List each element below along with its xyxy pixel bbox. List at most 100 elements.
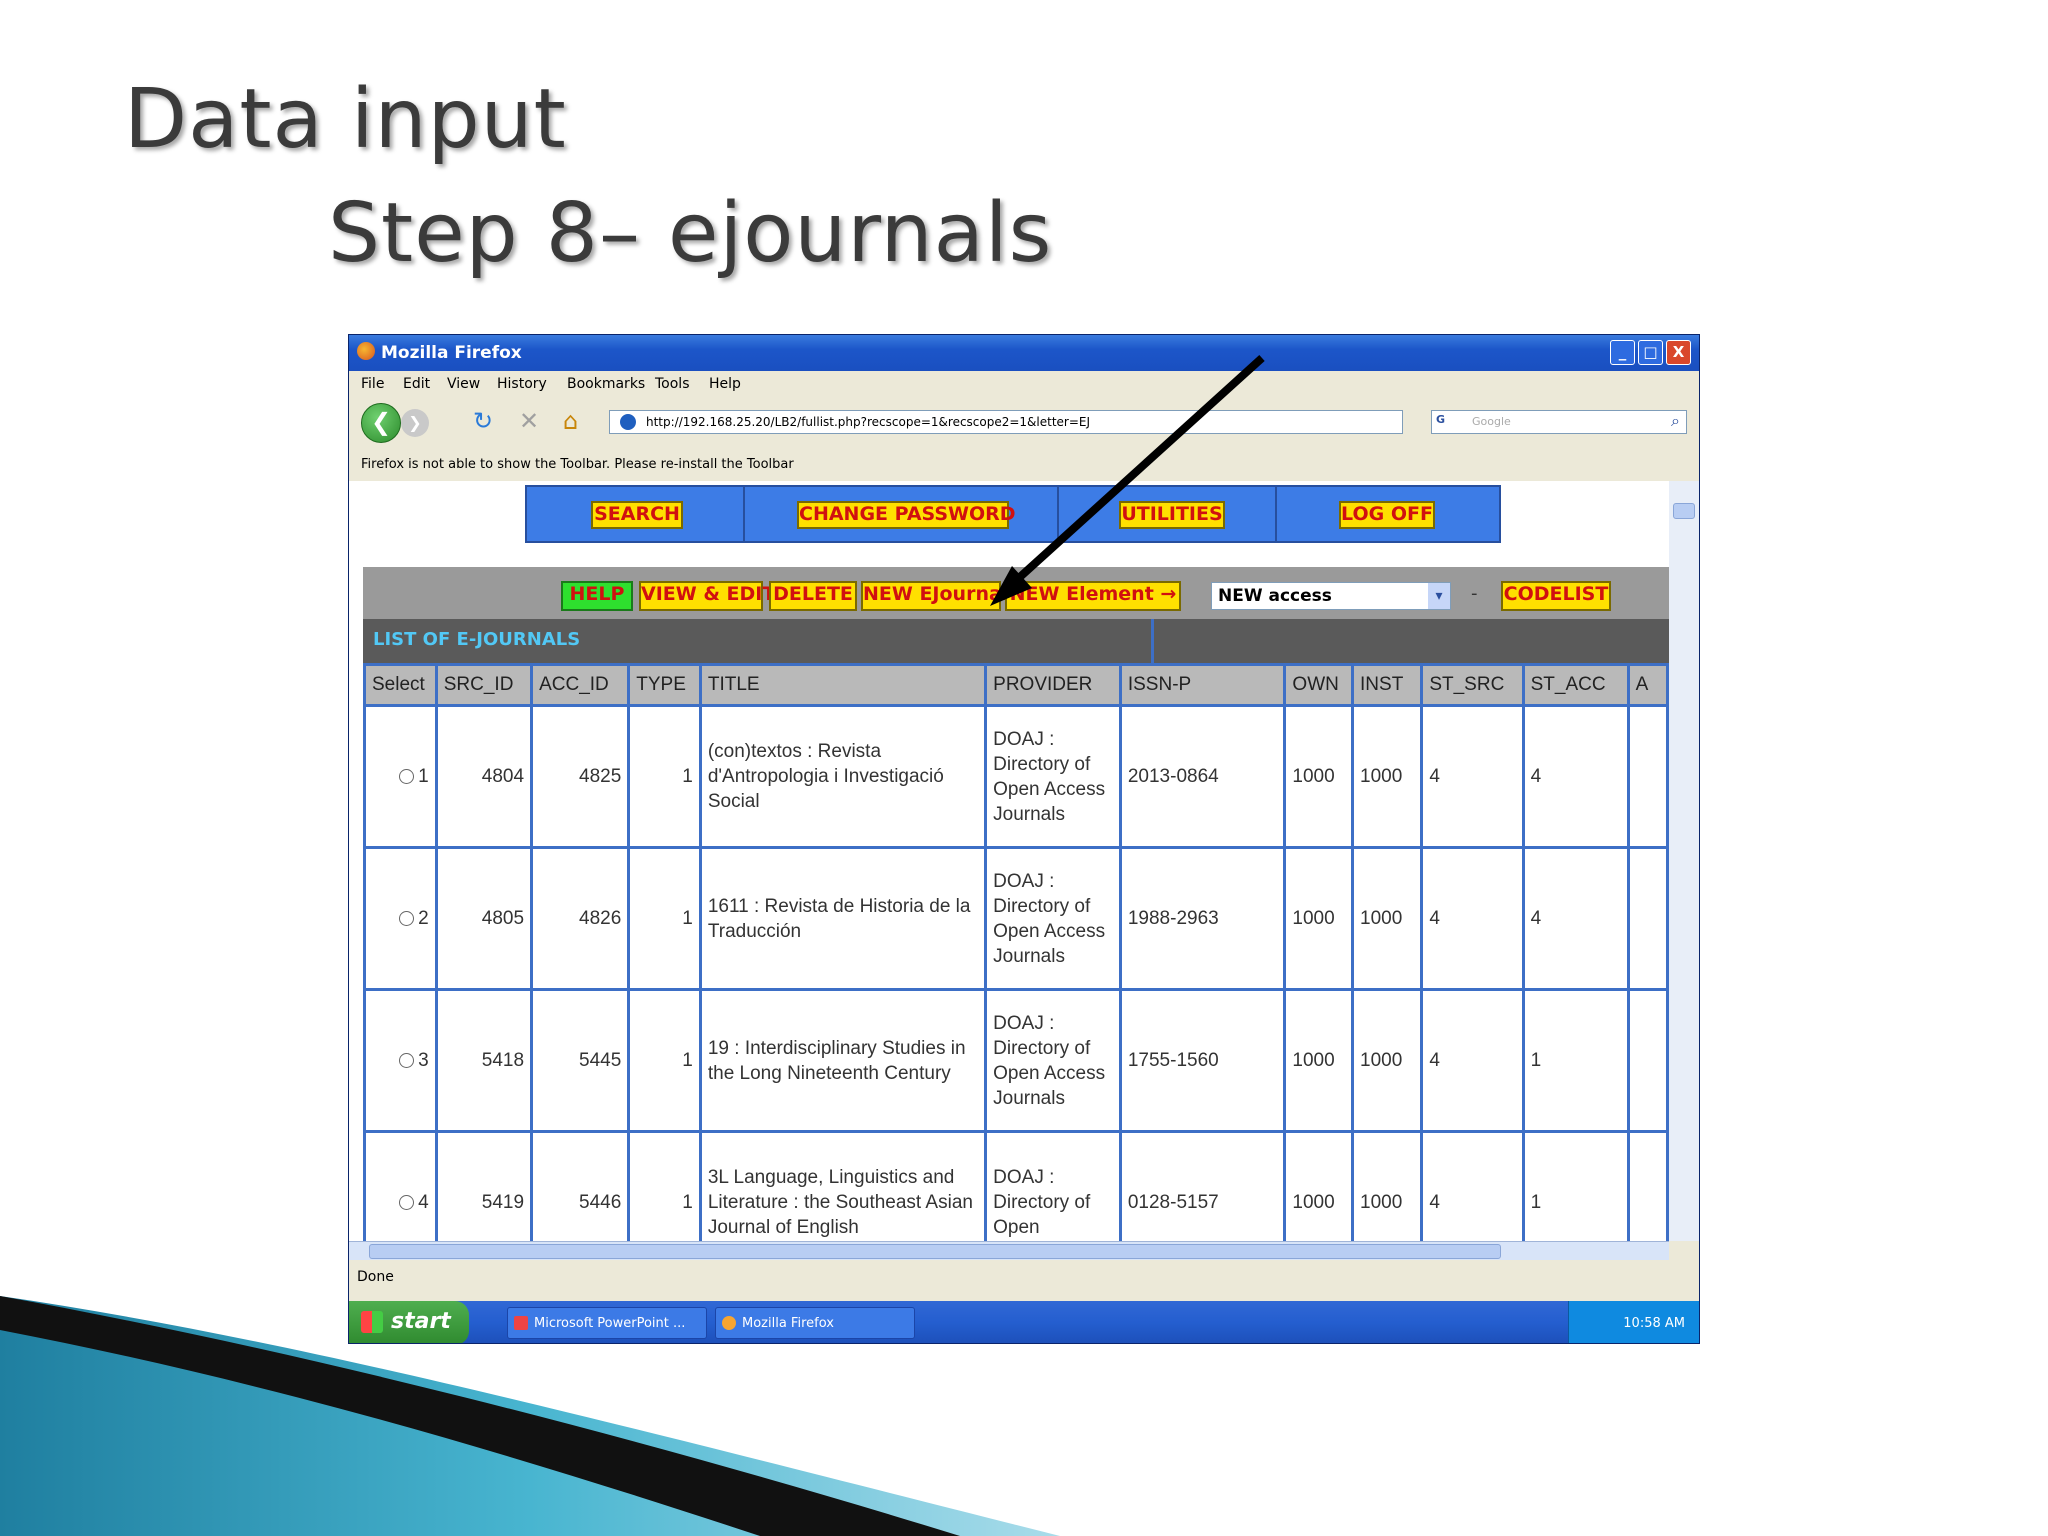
st-src-cell: 4 [1420,704,1525,849]
menu-edit[interactable]: Edit [403,376,430,392]
chevron-down-icon[interactable]: ▾ [1428,583,1450,609]
acc-id-cell: 4825 [530,704,631,849]
google-icon: G [1436,413,1446,426]
menu-bookmarks[interactable]: Bookmarks [567,376,645,392]
close-button[interactable]: X [1666,340,1691,365]
system-tray: 10:58 AM [1568,1301,1699,1343]
window-title: Mozilla Firefox [381,343,522,363]
codelist-button[interactable]: CODELIST [1501,581,1611,611]
vertical-scrollbar[interactable] [1669,481,1699,1241]
issn-cell: 1988-2963 [1118,846,1287,991]
issn-cell: 1755-1560 [1118,988,1287,1133]
select-cell[interactable]: 2 [363,846,438,991]
nav-separator [1275,487,1277,541]
radio-button[interactable] [399,1195,415,1211]
search-placeholder: Google [1472,415,1511,428]
menu-tools[interactable]: Tools [655,376,690,392]
a-cell [1626,988,1669,1133]
list-header: LIST OF E-JOURNALS [363,619,1669,663]
windows-taskbar: start Microsoft PowerPoint ... Mozilla F… [349,1301,1699,1343]
col-header-acc-id: ACC_ID [530,663,631,707]
new-element-button[interactable]: NEW Element → [1005,581,1181,611]
list-title: LIST OF E-JOURNALS [373,629,581,650]
new-ejournal-button[interactable]: NEW EJournal [861,581,1008,611]
provider-cell: DOAJ : Directory of Open Access Journals [984,704,1122,849]
start-label: start [391,1309,451,1334]
row-number: 3 [418,1050,429,1071]
col-header-select: Select [363,663,438,707]
src-id-cell: 5419 [434,1130,534,1241]
taskbar-item-firefox[interactable]: Mozilla Firefox [715,1307,915,1339]
st-acc-cell: 4 [1521,704,1630,849]
help-button[interactable]: HELP [561,581,633,611]
provider-cell: DOAJ : Directory of Open Access Journals [984,988,1122,1133]
own-cell: 1000 [1283,846,1355,991]
type-cell: 1 [627,988,702,1133]
menu-history[interactable]: History [497,376,547,392]
firefox-icon [722,1316,736,1330]
minimize-button[interactable]: _ [1610,340,1635,365]
horizontal-scrollbar[interactable] [349,1241,1669,1260]
delete-button[interactable]: DELETE [769,581,857,611]
search-input[interactable]: G Google ⌕ [1431,410,1687,434]
ejournals-table: Select SRC_ID ACC_ID TYPE TITLE PROVIDER… [363,663,1669,1241]
menu-bar: File Edit View History Bookmarks Tools H… [349,371,1699,397]
select-cell[interactable]: 1 [363,704,438,849]
window-titlebar: Mozilla Firefox _ □ X [349,335,1699,371]
change-password-button[interactable]: CHANGE PASSWORD [797,501,1016,529]
type-cell: 1 [627,704,702,849]
acc-id-cell: 4826 [530,846,631,991]
own-cell: 1000 [1283,1130,1355,1241]
new-access-select[interactable]: NEW access ▾ [1211,582,1451,610]
menu-file[interactable]: File [361,376,384,392]
log-off-button[interactable]: LOG OFF [1339,501,1435,529]
st-acc-cell: 1 [1521,988,1630,1133]
issn-cell: 0128-5157 [1118,1130,1287,1241]
nav-separator [1057,487,1059,541]
col-header-own: OWN [1283,663,1355,707]
radio-button[interactable] [399,769,415,785]
col-header-st-acc: ST_ACC [1521,663,1630,707]
back-button[interactable]: ❮ [361,403,401,443]
search-button[interactable]: SEARCH [591,501,683,529]
reload-icon[interactable]: ↻ [473,407,493,435]
utilities-button[interactable]: UTILITIES [1119,501,1225,529]
radio-button[interactable] [399,1053,415,1069]
home-icon[interactable]: ⌂ [563,407,578,435]
select-cell[interactable]: 3 [363,988,438,1133]
scroll-thumb[interactable] [369,1244,1501,1259]
site-icon [620,414,636,430]
a-cell [1626,704,1669,849]
maximize-button[interactable]: □ [1638,340,1663,365]
menu-view[interactable]: View [447,376,480,392]
view-edit-button[interactable]: VIEW & EDIT [639,581,775,611]
type-cell: 1 [627,1130,702,1241]
table-row: 4 5419 5446 1 3L Language, Linguistics a… [363,1130,1669,1241]
row-number: 2 [418,908,429,929]
title-cell: (con)textos : Revista d'Antropologia i I… [698,704,988,849]
src-id-cell: 5418 [434,988,534,1133]
radio-button[interactable] [399,911,415,927]
provider-cell: DOAJ : Directory of Open [984,1130,1122,1241]
forward-button[interactable]: ❯ [401,409,429,437]
own-cell: 1000 [1283,704,1355,849]
magnifier-icon[interactable]: ⌕ [1671,411,1680,431]
start-button[interactable]: start [349,1301,469,1343]
toolbar-message: Firefox is not able to show the Toolbar.… [361,457,794,472]
select-cell[interactable]: 4 [363,1130,438,1241]
powerpoint-icon [514,1316,528,1330]
menu-help[interactable]: Help [709,376,741,392]
a-cell [1626,846,1669,991]
col-header-type: TYPE [627,663,702,707]
inst-cell: 1000 [1351,846,1424,991]
url-bar[interactable]: http://192.168.25.20/LB2/fullist.php?rec… [609,410,1403,434]
stop-icon[interactable]: ✕ [519,407,539,435]
a-cell [1626,1130,1669,1241]
windows-logo-icon [361,1311,383,1333]
taskbar-item-powerpoint[interactable]: Microsoft PowerPoint ... [507,1307,707,1339]
nav-separator [743,487,745,541]
scroll-thumb[interactable] [1673,503,1695,519]
inst-cell: 1000 [1351,704,1424,849]
col-header-title: TITLE [698,663,988,707]
row-number: 1 [418,766,429,787]
